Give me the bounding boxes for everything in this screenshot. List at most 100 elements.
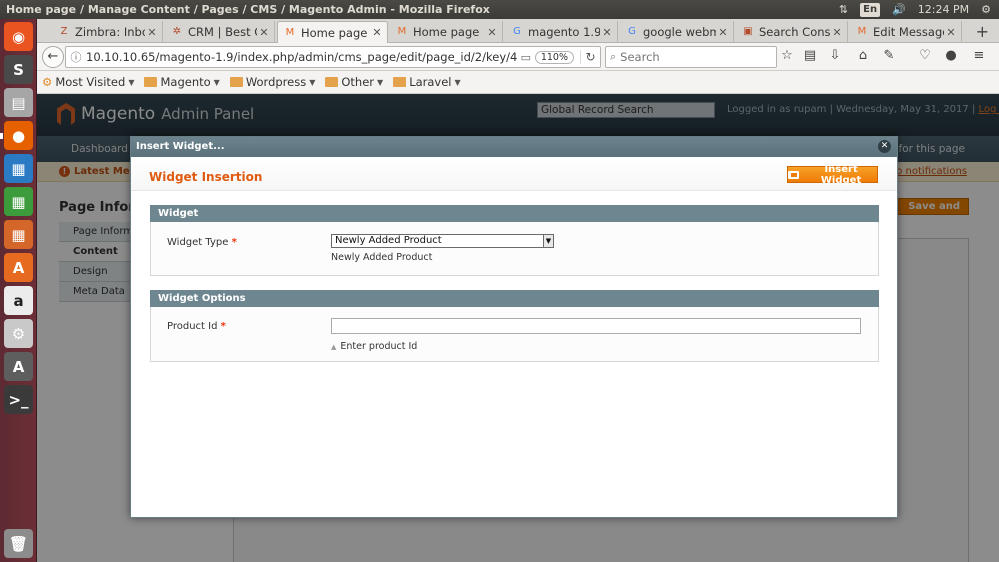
widget-options-section-header: Widget Options xyxy=(150,290,879,307)
browser-tab-label: Home page xyxy=(413,25,480,39)
bookmark-item[interactable]: ⚙ Most Visited ▼ xyxy=(42,75,134,89)
chevron-down-icon: ▼ xyxy=(128,77,135,87)
folder-icon xyxy=(393,77,407,87)
widget-type-label: Widget Type * xyxy=(167,237,237,248)
pocket-icon[interactable]: ♡ xyxy=(917,48,933,64)
new-tab-button[interactable]: + xyxy=(976,22,989,41)
chevron-down-icon: ▼ xyxy=(213,77,220,87)
files-icon[interactable]: ▤ xyxy=(4,88,33,117)
tab-close-icon[interactable]: ✕ xyxy=(830,26,844,39)
required-mark: * xyxy=(220,321,226,332)
dialog-titlebar: Insert Widget... xyxy=(131,137,897,157)
browser-tab[interactable]: ✲ CRM | Best CRM✕ xyxy=(165,21,275,43)
system-settings-icon[interactable]: ⚙ xyxy=(4,319,33,348)
calc-icon[interactable]: ▦ xyxy=(4,187,33,216)
ubuntu-launcher: ◉ S ▤ ● ▦ ▦ ▦ Aa ⚙ A >_ 🗑 xyxy=(0,19,37,562)
site-info-icon[interactable]: ⓘ xyxy=(66,49,86,65)
tab-close-icon[interactable]: ✕ xyxy=(944,26,958,39)
software-updater-icon[interactable]: A xyxy=(4,352,33,381)
insert-widget-button[interactable]: Insert Widget xyxy=(787,164,878,186)
home-icon[interactable]: ⌂ xyxy=(855,48,871,64)
volume-icon[interactable]: 🔊 xyxy=(892,3,906,16)
tab-close-icon[interactable]: ✕ xyxy=(600,26,614,39)
terminal-icon[interactable]: >_ xyxy=(4,385,33,414)
bookmark-item[interactable]: Laravel ▼ xyxy=(393,75,461,89)
browser-tab-label: Zimbra: Inbox xyxy=(75,25,145,39)
browser-tab[interactable]: M Home page / M✕ xyxy=(277,21,388,43)
browser-tab-label: Home page / M xyxy=(301,25,370,40)
crm-icon: ✲ xyxy=(172,26,182,37)
browser-tab[interactable]: Ggoogle webma✕ xyxy=(620,21,734,43)
menu-icon[interactable]: ≡ xyxy=(971,48,987,64)
amazon-icon[interactable]: a xyxy=(4,286,33,315)
network-transfer-icon[interactable]: ⇅ xyxy=(839,3,848,16)
keyboard-layout-indicator[interactable]: En xyxy=(860,2,881,17)
browser-tab-label: Search Console xyxy=(759,25,830,39)
panel-clock[interactable]: 12:24 PM xyxy=(918,3,969,16)
reading-list-icon[interactable]: ▤ xyxy=(802,48,818,64)
browser-tab-label: magento 1.9 ge xyxy=(528,25,600,39)
browser-tab[interactable]: Gmagento 1.9 ge✕ xyxy=(505,21,618,43)
browser-tab-label: google webma xyxy=(643,25,716,39)
sublime-text-icon[interactable]: S xyxy=(4,55,33,84)
chevron-down-icon: ▼ xyxy=(309,77,316,87)
extension-icon[interactable]: ✎ xyxy=(881,48,897,64)
dialog-title: Insert Widget... xyxy=(136,141,225,152)
panel-indicators: ⇅ En 🔊 12:24 PM ⚙ xyxy=(839,0,991,19)
bookmark-star-icon[interactable]: ☆ xyxy=(779,48,795,64)
dialog-content-header: Widget Insertion Insert Widget xyxy=(131,157,897,191)
widget-type-selected-value: Newly Added Product xyxy=(335,235,442,246)
browser-tab[interactable]: Z Zimbra: Inbox✕ xyxy=(52,21,163,43)
widget-section-body: Widget Type * Newly Added Product ▼ Newl… xyxy=(150,222,879,276)
folder-icon xyxy=(229,77,243,87)
url-text[interactable]: 10.10.10.65/magento-1.9/index.php/admin/… xyxy=(86,50,517,64)
required-mark: * xyxy=(231,237,237,248)
power-gear-icon[interactable]: ⚙ xyxy=(981,3,991,16)
product-id-input[interactable] xyxy=(331,318,861,334)
browser-tab[interactable]: M Edit Message -✕ xyxy=(850,21,962,43)
bookmark-item[interactable]: Wordpress ▼ xyxy=(229,75,316,89)
product-id-label: Product Id * xyxy=(167,321,226,332)
firefox-icon[interactable]: ● xyxy=(4,121,33,150)
search-input[interactable] xyxy=(620,50,761,64)
close-icon[interactable]: ✕ xyxy=(878,140,891,153)
tab-close-icon[interactable]: ✕ xyxy=(716,26,730,39)
magento-icon: M xyxy=(285,26,295,38)
trash-icon[interactable]: 🗑 xyxy=(4,529,33,558)
browser-tab-label: CRM | Best CRM xyxy=(188,25,257,39)
bookmark-item[interactable]: Other ▼ xyxy=(325,75,383,89)
bookmark-item[interactable]: Magento ▼ xyxy=(144,75,220,89)
insert-widget-dialog: Insert Widget... ✕ Widget Insertion Inse… xyxy=(130,136,898,518)
magento-icon: M xyxy=(397,26,407,37)
widget-type-select[interactable]: Newly Added Product ▼ xyxy=(331,234,554,248)
ubuntu-dash-icon[interactable]: ◉ xyxy=(4,22,33,51)
reload-icon[interactable]: ↻ xyxy=(580,50,600,64)
note-triangle-icon: ▲ xyxy=(331,343,337,351)
zoom-level[interactable]: 110% xyxy=(534,50,574,64)
writer-icon[interactable]: ▦ xyxy=(4,154,33,183)
bookmark-label: Magento xyxy=(160,75,211,89)
impress-icon[interactable]: ▦ xyxy=(4,220,33,249)
zimbra-icon: Z xyxy=(60,26,68,37)
chevron-down-icon[interactable]: ▼ xyxy=(543,235,553,247)
tab-close-icon[interactable]: ✕ xyxy=(257,26,271,39)
tab-close-icon[interactable]: ✕ xyxy=(145,26,159,39)
tab-close-icon[interactable]: ✕ xyxy=(485,26,499,39)
chevron-down-icon: ▼ xyxy=(377,77,384,87)
back-button[interactable]: ← xyxy=(42,46,64,68)
browser-tab[interactable]: ▣ Search Console✕ xyxy=(736,21,848,43)
insert-widget-icon xyxy=(788,170,800,179)
browser-tab-label: Edit Message - xyxy=(873,25,944,39)
extension-dark-icon[interactable]: ● xyxy=(943,48,959,64)
downloads-icon[interactable]: ⇩ xyxy=(827,48,843,64)
search-bar[interactable]: ⌕ xyxy=(605,46,777,68)
widget-options-section-body: Product Id * ▲ Enter product Id xyxy=(150,307,879,362)
tab-close-icon[interactable]: ✕ xyxy=(370,26,384,39)
url-bar[interactable]: ⓘ 10.10.10.65/magento-1.9/index.php/admi… xyxy=(65,46,601,68)
chevron-down-icon: ▼ xyxy=(454,77,461,87)
reader-view-icon[interactable]: ▭ xyxy=(517,51,535,64)
bookmark-label: Wordpress xyxy=(245,75,307,89)
software-center-icon[interactable]: A xyxy=(4,253,33,282)
browser-tab[interactable]: M Home page ✕ xyxy=(390,21,503,43)
search-console-icon: ▣ xyxy=(743,26,753,37)
